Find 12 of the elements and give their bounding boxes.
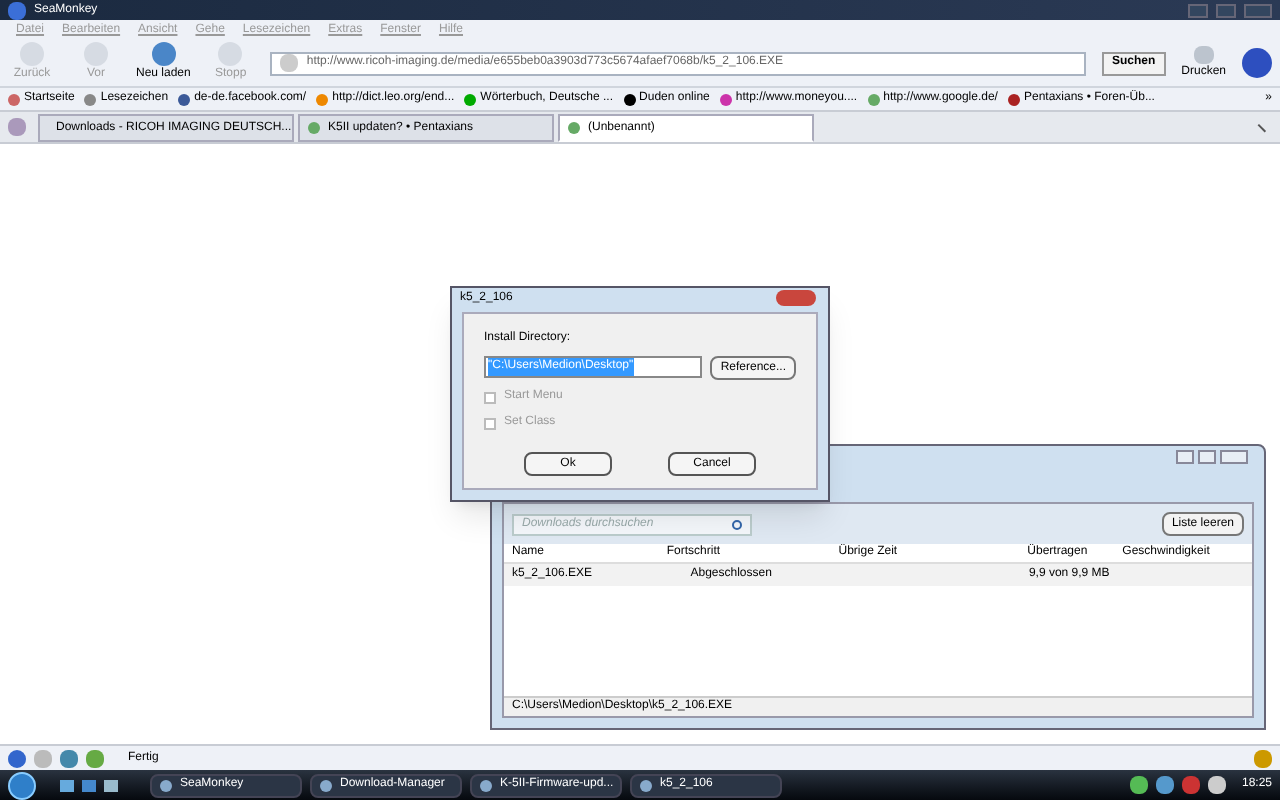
logo-icon	[1242, 48, 1272, 78]
maximize-icon[interactable]	[1198, 450, 1216, 464]
start-icon[interactable]	[8, 771, 36, 799]
close-icon[interactable]	[1244, 3, 1272, 17]
minimize-icon[interactable]	[1188, 3, 1208, 17]
maximize-icon[interactable]	[1216, 3, 1236, 17]
minimize-icon[interactable]	[1176, 450, 1194, 464]
close-icon[interactable]	[1220, 450, 1248, 464]
close-icon[interactable]	[776, 290, 816, 306]
app-icon	[8, 1, 26, 19]
tab-list-icon	[8, 118, 26, 136]
page-icon	[280, 54, 299, 72]
